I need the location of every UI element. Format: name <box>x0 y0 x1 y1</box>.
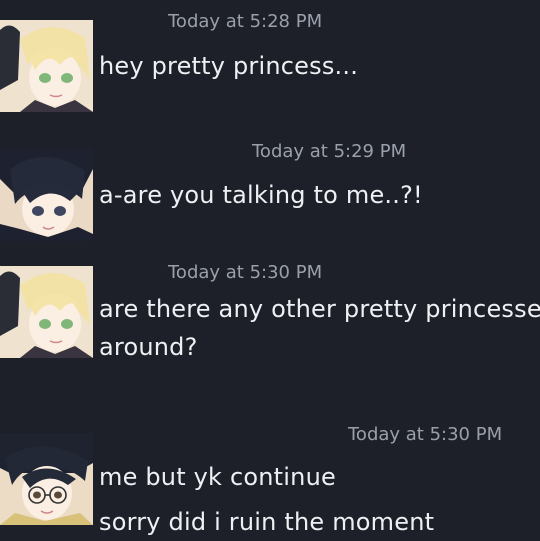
user-avatar-blonde[interactable] <box>0 266 93 358</box>
user-avatar-dark-haired[interactable] <box>0 149 93 241</box>
user-avatar-glasses[interactable] <box>0 433 93 525</box>
message-timestamp: Today at 5:30 PM <box>348 424 503 445</box>
message-text: are there any other pretty princesses <box>99 295 540 323</box>
message-text: me but yk continue <box>99 463 336 491</box>
message-text: around? <box>99 333 198 361</box>
chat-message: Today at 5:30 PM me but yk continue sorr… <box>0 415 540 536</box>
chat-message: Today at 5:28 PM hey pretty princess... <box>0 0 540 120</box>
message-text: a-are you talking to me..?! <box>99 181 423 209</box>
chat-message: Today at 5:30 PM are there any other pre… <box>0 255 540 395</box>
message-text: hey pretty princess... <box>99 52 359 80</box>
chat-message: Today at 5:29 PM a-are you talking to me… <box>0 130 540 250</box>
message-timestamp: Today at 5:29 PM <box>252 141 407 162</box>
message-text: sorry did i ruin the moment <box>99 508 435 536</box>
user-avatar-blonde[interactable] <box>0 20 93 112</box>
message-timestamp: Today at 5:28 PM <box>168 11 323 32</box>
message-timestamp: Today at 5:30 PM <box>168 262 323 283</box>
